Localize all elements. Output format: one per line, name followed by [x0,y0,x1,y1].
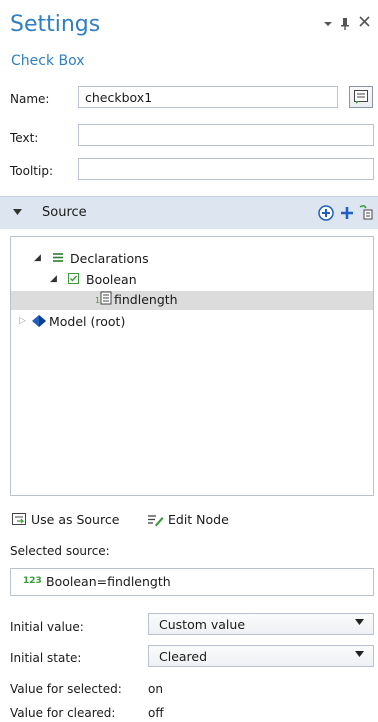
expand-arrow-icon[interactable]: ◢ [34,253,41,263]
expand-arrow-icon[interactable]: ▷ [19,316,26,326]
chevron-down-icon[interactable] [323,18,333,32]
add-declaration-icon[interactable] [358,203,374,221]
use-as-source-label: Use as Source [31,512,120,527]
tooltip-label: Tooltip: [10,164,54,178]
selected-source-label: Selected source: [10,544,110,558]
tree-item-label: Boolean [86,272,137,287]
tree-item-boolean[interactable]: ◢ Boolean [11,271,373,290]
model-icon [31,314,47,331]
panel-title: Settings [10,12,101,37]
value-cleared: off [148,706,164,720]
edit-node-label: Edit Node [168,512,229,527]
add-circle-icon[interactable] [318,205,334,221]
pin-icon[interactable] [341,18,349,33]
source-section-label: Source [42,205,87,220]
use-as-source-icon [12,513,26,525]
variable-icon: 1 [95,291,113,310]
panel-subtitle: Check Box [11,53,85,69]
add-icon[interactable] [340,205,354,221]
tooltip-field[interactable] [78,158,374,180]
selected-source-value: Boolean=findlength [46,574,171,589]
tree-item-label: Declarations [70,251,149,266]
dropdown-arrow-icon [355,651,364,657]
initial-value-label: Initial value: [10,620,84,634]
initial-value-select[interactable]: Custom value [148,613,374,635]
dropdown-arrow-icon [355,619,364,625]
name-field[interactable] [78,86,338,108]
initial-state-selected: Cleared [159,649,208,664]
number-prefix-icon: 123 [23,576,42,586]
label-edit-button[interactable] [349,86,373,108]
value-cleared-label: Value for cleared: [10,706,116,720]
source-section-header[interactable]: Source [0,196,378,229]
collapse-arrow-icon [13,209,22,215]
label-edit-icon [354,90,368,104]
value-selected-label: Value for selected: [10,682,122,696]
initial-state-label: Initial state: [10,651,82,665]
tree-item-model-root[interactable]: ▷ Model (root) [11,313,373,332]
initial-value-selected: Custom value [159,617,246,632]
tree-item-declarations[interactable]: ◢ Declarations [11,250,373,269]
selected-source-field: 123 Boolean=findlength [10,568,374,596]
source-tree[interactable]: ◢ Declarations ◢ Boolean 1 findlength ▷ … [10,236,374,496]
initial-state-select[interactable]: Cleared [148,645,374,667]
text-field[interactable] [78,124,374,146]
tree-item-label: findlength [114,292,178,307]
tree-item-label: Model (root) [49,314,126,329]
value-selected: on [148,682,163,696]
name-label: Name: [10,92,50,106]
expand-arrow-icon[interactable]: ◢ [50,274,57,284]
svg-text:1: 1 [95,296,100,305]
declarations-icon [52,250,64,267]
edit-node-icon [148,515,164,527]
boolean-icon [68,273,79,287]
text-label: Text: [10,131,39,145]
tree-item-findlength[interactable]: 1 findlength [11,291,373,310]
close-icon[interactable] [359,16,370,30]
